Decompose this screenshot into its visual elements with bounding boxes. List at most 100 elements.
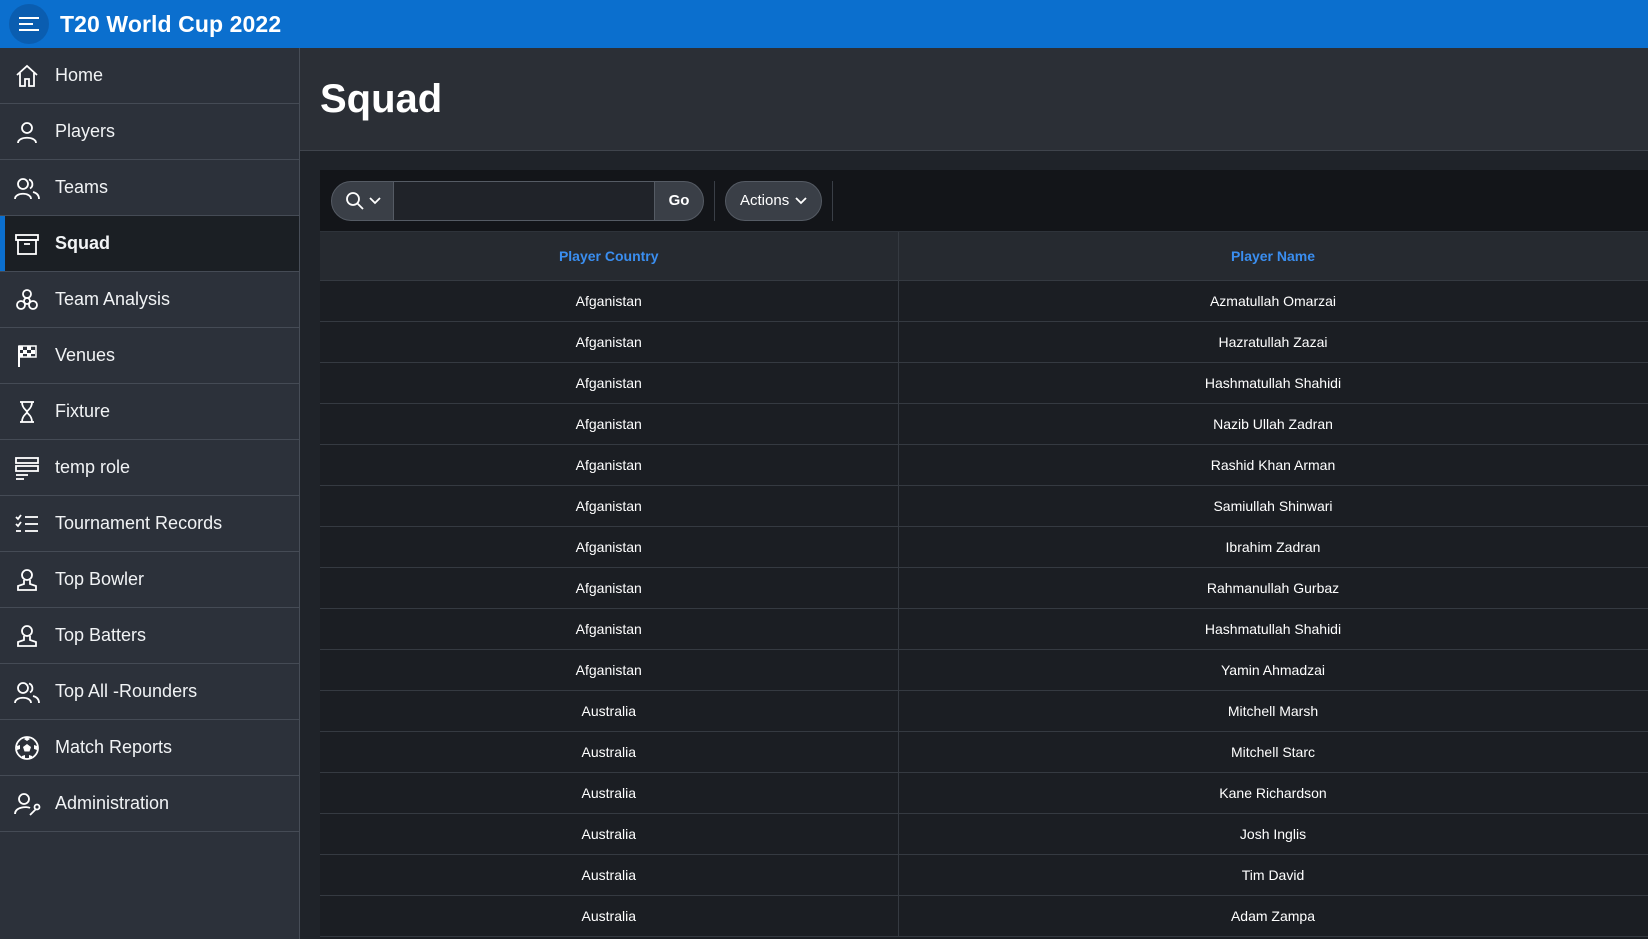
cell-player-country: Afganistan — [320, 280, 899, 322]
cell-player-country: Afganistan — [320, 567, 899, 609]
hamburger-menu-button[interactable] — [9, 4, 49, 44]
sidebar-item-label: Team Analysis — [55, 289, 171, 309]
cell-player-country: Australia — [320, 854, 899, 896]
cell-player-name: Hashmatullah Shahidi — [898, 362, 1648, 404]
column-header-player-country[interactable]: Player Country — [320, 232, 899, 281]
sidebar-item-label: Fixture — [55, 401, 111, 421]
cell-player-name: Yamin Ahmadzai — [898, 649, 1648, 691]
user-wrench-icon — [12, 789, 42, 819]
search-column-selector[interactable] — [331, 180, 394, 221]
user-outline-icon — [12, 565, 42, 595]
table-row: Afganistan Ibrahim Zadran — [320, 526, 1648, 568]
cell-player-name: Kane Richardson — [898, 772, 1648, 814]
users-icon — [12, 677, 42, 707]
cell-player-name: Mitchell Marsh — [898, 690, 1648, 732]
home-icon — [12, 61, 42, 91]
hourglass-icon — [12, 397, 42, 427]
cell-player-country: Australia — [320, 813, 899, 855]
sidebar-item-tournament-records[interactable]: Tournament Records — [0, 496, 299, 552]
cell-player-country: Afganistan — [320, 649, 899, 691]
sidebar-item-players[interactable]: Players — [0, 104, 299, 160]
sidebar-item-top-bowler[interactable]: Top Bowler — [0, 552, 299, 608]
main-content: Squad Go Actions Player Country Player N… — [300, 48, 1648, 939]
cell-player-name: Hashmatullah Shahidi — [898, 608, 1648, 650]
sidebar-item-label: Teams — [55, 177, 109, 197]
user-outline-icon — [12, 621, 42, 651]
table-row: Afganistan Yamin Ahmadzai — [320, 649, 1648, 691]
table-row: Afganistan Hazratullah Zazai — [320, 321, 1648, 363]
sidebar-item-label: Tournament Records — [55, 513, 223, 533]
sidebar-item-top-all-rounders[interactable]: Top All -Rounders — [0, 664, 299, 720]
column-header-player-name[interactable]: Player Name — [898, 232, 1648, 281]
app-title[interactable]: T20 World Cup 2022 — [60, 11, 281, 38]
search-icon — [345, 191, 364, 210]
sidebar-item-label: Venues — [55, 345, 116, 365]
sidebar-item-administration[interactable]: Administration — [0, 776, 299, 832]
actions-menu-button[interactable]: Actions — [725, 180, 823, 221]
top-navigation-bar: T20 World Cup 2022 — [0, 0, 1648, 48]
table-row: Australia Mitchell Marsh — [320, 690, 1648, 732]
table-row: Australia Kane Richardson — [320, 772, 1648, 814]
table-row: Afganistan Rahmanullah Gurbaz — [320, 567, 1648, 609]
sidebar-item-temp-role[interactable]: temp role — [0, 440, 299, 496]
chevron-down-icon — [368, 196, 381, 204]
cell-player-name: Azmatullah Omarzai — [898, 280, 1648, 322]
cell-player-name: Nazib Ullah Zadran — [898, 403, 1648, 445]
sidebar-item-label: Top Batters — [55, 625, 147, 645]
cell-player-country: Afganistan — [320, 485, 899, 527]
cell-player-name: Adam Zampa — [898, 895, 1648, 937]
cell-player-name: Ibrahim Zadran — [898, 526, 1648, 568]
archive-box-icon — [12, 229, 42, 259]
sidebar-item-squad[interactable]: Squad — [0, 216, 299, 272]
soccer-ball-icon — [12, 733, 42, 763]
cell-player-name: Tim David — [898, 854, 1648, 896]
cell-player-name: Josh Inglis — [898, 813, 1648, 855]
checkered-flag-icon — [12, 341, 42, 371]
table-row: Afganistan Hashmatullah Shahidi — [320, 608, 1648, 650]
sidebar-item-team-analysis[interactable]: Team Analysis — [0, 272, 299, 328]
cell-player-name: Rashid Khan Arman — [898, 444, 1648, 486]
cell-player-country: Afganistan — [320, 321, 899, 363]
table-row: Afganistan Nazib Ullah Zadran — [320, 403, 1648, 445]
table-row: Australia Tim David — [320, 854, 1648, 896]
interactive-report: Go Actions Player Country Player Name Af… — [320, 170, 1648, 939]
cell-player-country: Australia — [320, 690, 899, 732]
cell-player-name: Mitchell Starc — [898, 731, 1648, 773]
sidebar-item-label: Players — [55, 121, 116, 141]
search-input[interactable] — [394, 180, 654, 221]
toolbar-divider — [714, 180, 715, 221]
page-header: Squad — [300, 48, 1648, 151]
cell-player-country: Afganistan — [320, 403, 899, 445]
sidebar-item-label: Top All -Rounders — [55, 681, 198, 701]
cell-player-country: Australia — [320, 772, 899, 814]
cell-player-name: Rahmanullah Gurbaz — [898, 567, 1648, 609]
sidebar-item-teams[interactable]: Teams — [0, 160, 299, 216]
table-row: Afganistan Azmatullah Omarzai — [320, 280, 1648, 322]
cell-player-country: Afganistan — [320, 526, 899, 568]
search-bar: Go — [331, 180, 704, 221]
sidebar-item-home[interactable]: Home — [0, 48, 299, 104]
sidebar-item-match-reports[interactable]: Match Reports — [0, 720, 299, 776]
sidebar-navigation: Home Players Teams Squad Team Analysis V… — [0, 48, 300, 939]
server-list-icon — [12, 453, 42, 483]
cell-player-country: Australia — [320, 731, 899, 773]
report-toolbar: Go Actions — [320, 170, 1648, 232]
page-title: Squad — [320, 76, 443, 121]
cell-player-name: Hazratullah Zazai — [898, 321, 1648, 363]
cell-player-country: Afganistan — [320, 608, 899, 650]
table-row: Afganistan Hashmatullah Shahidi — [320, 362, 1648, 404]
user-icon — [12, 117, 42, 147]
cell-player-name: Samiullah Shinwari — [898, 485, 1648, 527]
table-row: Afganistan Samiullah Shinwari — [320, 485, 1648, 527]
biohazard-icon — [12, 285, 42, 315]
sidebar-item-top-batters[interactable]: Top Batters — [0, 608, 299, 664]
sidebar-item-label: Administration — [55, 793, 170, 813]
actions-label: Actions — [740, 192, 790, 209]
sidebar-item-venues[interactable]: Venues — [0, 328, 299, 384]
hamburger-icon — [19, 17, 39, 31]
table-row: Afganistan Rashid Khan Arman — [320, 444, 1648, 486]
sidebar-item-label: Home — [55, 65, 104, 85]
go-button[interactable]: Go — [654, 180, 704, 221]
toolbar-divider — [832, 180, 834, 221]
sidebar-item-fixture[interactable]: Fixture — [0, 384, 299, 440]
